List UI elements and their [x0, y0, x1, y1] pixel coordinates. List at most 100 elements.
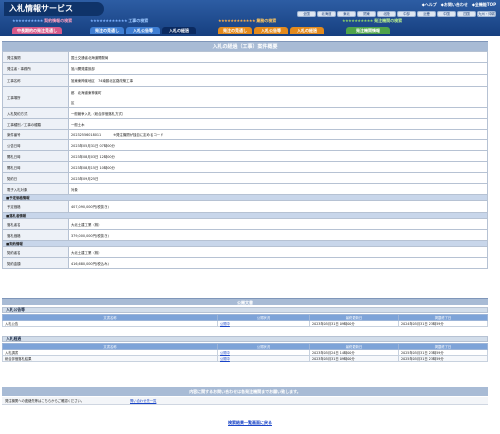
region-button[interactable]: 中部 — [397, 11, 416, 17]
star-decoration: ★★★★★★★★★★ — [12, 18, 43, 23]
top-links: ◆ヘルプ ◆お問い合わせ ◆全機能TOP — [422, 2, 496, 8]
location-line: 都 北海道東神楽町 — [71, 90, 102, 95]
tab-agency-info[interactable]: 発注機関情報 — [346, 27, 390, 34]
row-value: 一般土木 — [68, 118, 488, 130]
category-label: 工事の検索 — [128, 18, 149, 23]
row-label: 発注機関 — [2, 51, 69, 63]
contact-list-link[interactable]: 問い合わせ先一覧 — [130, 397, 156, 405]
star-decoration: ★★★★★★★★★★ — [342, 18, 373, 23]
region-selector: 全国 北海道 東北 関東 北陸 中部 近畿 中国 四国 九州・沖縄 — [297, 11, 496, 17]
row-value: 対象 — [68, 183, 488, 195]
tab-construction-outlook[interactable]: 発注の見通し — [90, 27, 124, 34]
tab-service-notices[interactable]: 入札公告等 — [254, 27, 288, 34]
back-to-results: 検索結果一覧画面に戻る — [0, 420, 500, 426]
category-label: 業務の検索 — [256, 18, 277, 23]
category-construction: ★★★★★★★★★★★★ 工事の検索 — [90, 18, 148, 23]
document-status-link[interactable]: 公開中 — [217, 320, 310, 327]
table-row: 総合評価落札結果 公開中 2023年05月31日 09時00分 2025年05月… — [2, 355, 488, 362]
contact-link[interactable]: ◆お問い合わせ — [441, 2, 468, 8]
tab-construction-results[interactable]: 入札の経過 — [162, 27, 196, 34]
category-label: 契約情報の検索 — [44, 18, 73, 23]
category-service: ★★★★★★★★★★★★ 業務の検索 — [218, 18, 276, 23]
region-button[interactable]: 東北 — [337, 11, 356, 17]
table-row: 電子入札対象 対象 — [2, 183, 488, 195]
table-row: 入札契約方式 一般競争入札（総合評価落札方式） — [2, 107, 488, 119]
tab-service-results[interactable]: 入札の経過 — [290, 27, 324, 34]
region-button[interactable]: 近畿 — [417, 11, 436, 17]
row-value: 2023年08月03日 12時00分 — [68, 150, 488, 162]
star-decoration: ★★★★★★★★★★★★ — [90, 18, 128, 23]
row-label: 案件番号 — [2, 129, 69, 140]
row-label: 契約金額 — [2, 257, 69, 269]
page-title: 入札の経過（工事）案件概要 — [2, 41, 488, 51]
documents-table-results: 文書名称 公開状況 最終更新日 掲載終了日 入札調書 公開中 2023年05月2… — [2, 343, 488, 362]
region-button[interactable]: 四国 — [457, 11, 476, 17]
row-value: 2023年09月25日 — [68, 172, 488, 184]
row-label: 開札日時 — [2, 161, 69, 173]
row-label: 入札契約方式 — [2, 107, 69, 119]
documents-group-results: 入札経過 — [2, 336, 488, 342]
document-status-link[interactable]: 公開中 — [217, 355, 310, 362]
row-value: 旭東東神楽地区 74南藤北区路改築工事 — [68, 74, 488, 87]
document-updated: 2023年05月31日 09時00分 — [309, 320, 399, 327]
documents-title: 公開文書 — [2, 298, 488, 305]
row-label: 工事名称 — [2, 74, 69, 87]
tab-construction-notices[interactable]: 入札公告等 — [126, 27, 160, 34]
row-label: 契約者名 — [2, 246, 69, 258]
case-number-note: ※発注機関が独自に定めるコード — [113, 133, 164, 137]
table-row: 契約者名 大北土建工業（株） — [2, 246, 488, 258]
region-button[interactable]: 九州・沖縄 — [477, 11, 496, 17]
document-name: 総合評価落札結果 — [2, 355, 218, 362]
table-row: 工事種別／工事の種類 一般土木 — [2, 118, 488, 130]
row-value: 416,680,000円(税込み) — [68, 257, 488, 269]
row-value: 2023年05月31日 07時00分 — [68, 139, 488, 151]
inquiry-title: 内容に関するお問い合わせは各発注機関までお願い致します。 — [2, 387, 488, 396]
row-label: 契約日 — [2, 172, 69, 184]
document-updated: 2023年05月31日 09時00分 — [309, 355, 399, 362]
region-button[interactable]: 北海道 — [317, 11, 336, 17]
tab-service-outlook[interactable]: 発注の見通し — [218, 27, 252, 34]
category-contract: ★★★★★★★★★★ 契約情報の検索 — [12, 18, 72, 23]
row-value: 379,000,000円(税抜き) — [68, 229, 488, 241]
table-row: 工事名称 旭東東神楽地区 74南藤北区路改築工事 — [2, 74, 488, 87]
document-end-date: 2025年05月31日 23時59分 — [398, 355, 488, 362]
table-row: 契約日 2023年09月25日 — [2, 172, 488, 184]
site-header: 入札情報サービス ◆ヘルプ ◆お問い合わせ ◆全機能TOP 全国 北海道 東北 … — [0, 0, 500, 36]
table-row: 契約金額 416,680,000円(税込み) — [2, 257, 488, 269]
row-label: 予定価格 — [2, 200, 69, 213]
row-label: 落札者名 — [2, 218, 69, 230]
row-label: 工事場所 — [2, 86, 69, 108]
app-title[interactable]: 入札情報サービス — [4, 2, 104, 16]
row-value: 国土交通省北海道開発局 — [68, 51, 488, 63]
table-row: 落札価格 379,000,000円(税抜き) — [2, 229, 488, 241]
case-summary-table: 発注機関 国土交通省北海道開発局 発注者・事務所 旭川開発建設部 工事名称 旭東東神楽… — [2, 51, 488, 269]
region-button[interactable]: 中国 — [437, 11, 456, 17]
category-agency: ★★★★★★★★★★ 発注機関の検索 — [342, 18, 402, 23]
document-name: 入札公告 — [2, 320, 218, 327]
case-number: 20232556018011 — [71, 133, 102, 137]
row-value: 一般競争入札（総合評価落札方式） — [68, 107, 488, 119]
region-button[interactable]: 全国 — [297, 11, 316, 17]
top-page-link[interactable]: ◆全機能TOP — [472, 2, 496, 8]
category-label: 発注機関の検索 — [374, 18, 403, 23]
row-label: 工事種別／工事の種類 — [2, 118, 69, 130]
back-to-results-link[interactable]: 検索結果一覧画面に戻る — [228, 420, 272, 425]
region-button[interactable]: 関東 — [357, 11, 376, 17]
tab-long-term-outlook[interactable]: 中長期的の発注見通し — [12, 27, 62, 34]
row-value: 大北土建工業（株） — [68, 218, 488, 230]
table-row: 入札公告 公開中 2023年05月31日 09時00分 2024年05月31日 … — [2, 320, 488, 327]
row-label: 発注者・事務所 — [2, 62, 69, 75]
table-row: 発注者・事務所 旭川開発建設部 — [2, 62, 488, 75]
help-link[interactable]: ◆ヘルプ — [422, 2, 437, 8]
row-value: 407,090,000円(税抜き) — [68, 200, 488, 213]
inquiry-row: 発注機関への連絡先等はこちらからご確認ください。 問い合わせ先一覧 — [2, 397, 488, 405]
star-decoration: ★★★★★★★★★★★★ — [218, 18, 256, 23]
table-row: 開札日時 2023年08月03日 12時00分 — [2, 150, 488, 162]
region-button[interactable]: 北陸 — [377, 11, 396, 17]
documents-table-notices: 文書名称 公開状況 最終更新日 掲載終了日 入札公告 公開中 2023年05月3… — [2, 314, 488, 327]
row-value: 旭川開発建設部 — [68, 62, 488, 75]
row-label: 電子入札対象 — [2, 183, 69, 195]
row-label: 落札価格 — [2, 229, 69, 241]
inquiry-text: 発注機関への連絡先等はこちらからご確認ください。 — [5, 399, 85, 403]
table-row: 案件番号 20232556018011 ※発注機関が独自に定めるコード — [2, 129, 488, 140]
